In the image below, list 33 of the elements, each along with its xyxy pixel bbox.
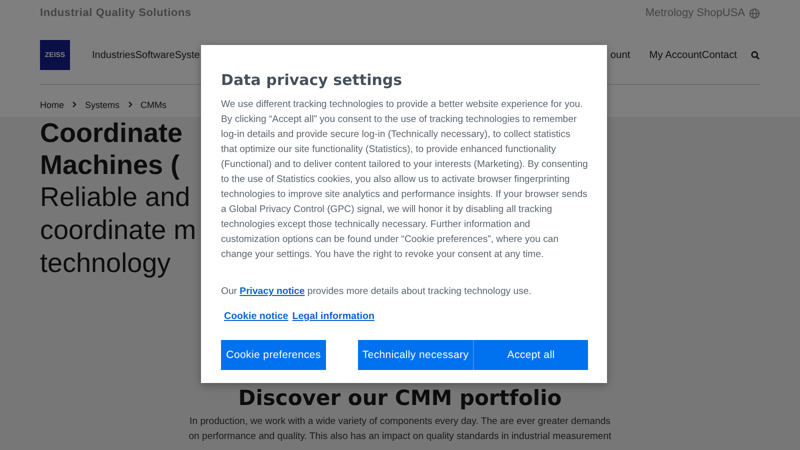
- footer-link[interactable]: Cookie notice: [224, 309, 288, 324]
- nav-item[interactable]: ount: [610, 50, 630, 60]
- nav-item[interactable]: My Account: [649, 50, 702, 60]
- page-title: Machines (: [40, 149, 180, 181]
- consent-button[interactable]: Accept all: [473, 340, 588, 370]
- chevron-icon: [128, 101, 133, 108]
- breadcrumb-item[interactable]: Systems: [85, 100, 120, 110]
- page-subtitle: coordinate m: [40, 214, 196, 247]
- privacy-description: We use different tracking technologies to provide a better website experience for you. By clicking “Accept all” you consent to the use of tracking technologies to remember log-in details and provide secure log-in (Technically necessary), to collect statistics that optimize our site functionality (Statistics), to provide enhanced functionality (Functional) and to deliver content tailored to your interests (Marketing). By consenting to the use of Statistics cookies, you also allow us to activate browser fingerprinting technologies to improve site analytics and performance insights. If your browser sends a Global Privacy Control (GPC) signal, we will honor it by disabling all tracking technologies except those technically necessary. Further information and customization options can be found under “Cookie preferences”, where you can change your settings. You have the right to revoke your consent at any time.: [221, 98, 588, 262]
- breadcrumb-item[interactable]: Home: [40, 100, 64, 110]
- section-text: on performance and quality. This also has an impact on quality standards in industrial measurement: [188, 430, 612, 444]
- privacy-notice-text: Our Privacy notice provides more details about tracking technology use.: [221, 285, 532, 299]
- dialog-title: Data privacy settings: [221, 70, 404, 90]
- nav-item[interactable]: Software: [135, 50, 175, 60]
- brand-tagline: Industrial Quality Solutions: [40, 7, 192, 19]
- section-text: In production, we work with a wide variety of components every day. The are ever greater demands: [190, 415, 610, 429]
- nav-item[interactable]: Syste: [174, 50, 200, 60]
- page-title: Coordinate: [40, 117, 183, 149]
- consent-button[interactable]: Technically necessary: [358, 340, 473, 370]
- footer-link[interactable]: Legal information: [292, 309, 374, 324]
- nav-item[interactable]: Industries: [92, 50, 136, 60]
- page-subtitle: technology: [40, 247, 171, 280]
- globe-icon[interactable]: [749, 8, 760, 18]
- section-heading: Discover our CMM portfolio: [238, 385, 562, 411]
- nav-item[interactable]: Contact: [702, 50, 737, 60]
- search-icon[interactable]: [751, 50, 760, 60]
- privacy-notice-link[interactable]: Privacy notice: [240, 286, 305, 297]
- region-selector[interactable]: USA: [722, 7, 745, 19]
- preferences-button[interactable]: Cookie preferences: [221, 340, 326, 370]
- chevron-icon: [72, 101, 78, 108]
- shop-link[interactable]: Metrology Shop: [645, 7, 722, 19]
- breadcrumb-item: CMMs: [140, 100, 167, 110]
- page-subtitle: Reliable and: [40, 181, 190, 214]
